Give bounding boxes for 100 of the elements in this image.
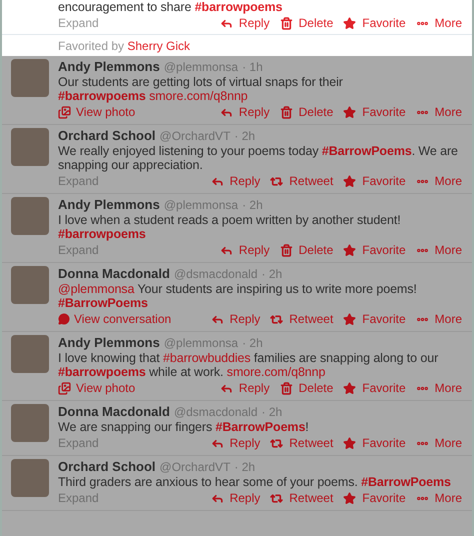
reply-action[interactable]: Reply bbox=[220, 16, 270, 30]
hashtag-link[interactable]: #barrowpoems bbox=[58, 227, 146, 241]
favorite-action[interactable]: Favorite bbox=[343, 16, 406, 30]
avatar-photo-placeholder[interactable] bbox=[11, 128, 49, 166]
user-name[interactable]: Orchard School bbox=[58, 128, 156, 143]
user-handle[interactable]: @plemmonsa bbox=[164, 336, 238, 351]
trash-icon bbox=[280, 16, 293, 30]
expand-link[interactable]: Expand bbox=[58, 243, 99, 257]
tweet-time[interactable]: · 2h bbox=[234, 460, 256, 475]
trash-icon bbox=[280, 244, 293, 256]
tweet-time[interactable]: · 2h bbox=[242, 198, 263, 213]
star-icon bbox=[343, 492, 356, 504]
user-handle[interactable]: @dsmacdonald bbox=[174, 405, 258, 420]
more-action[interactable]: More bbox=[416, 174, 462, 188]
user-handle[interactable]: @plemmonsa bbox=[164, 198, 238, 213]
tweet-card[interactable]: Andy Plemmons @plemmonsa · 2h I love knowing that #barrowbuddies families are snapping along to our #barrowpoems while at work. smore.com/q8nnp View photo Reply Delete Favorite More bbox=[2, 332, 472, 401]
user-name[interactable]: Andy Plemmons bbox=[58, 197, 160, 212]
favorite-action[interactable]: Favorite bbox=[343, 243, 406, 257]
reply-action[interactable]: Reply bbox=[220, 381, 270, 395]
retweet-action[interactable]: Retweet bbox=[270, 312, 334, 326]
favorite-action[interactable]: Favorite bbox=[343, 312, 406, 326]
tweet-card[interactable]: Orchard School @OrchardVT · 2h Third graders are anxious to hear some of your poems. #BarrowPoems Expand Reply Retweet Favorite More bbox=[2, 456, 472, 511]
expand-link[interactable]: Expand bbox=[58, 491, 99, 505]
hashtag-link[interactable]: #barrowpoems bbox=[58, 365, 146, 379]
user-name[interactable]: Orchard School bbox=[58, 459, 156, 474]
more-action[interactable]: More bbox=[416, 16, 462, 30]
star-icon bbox=[343, 174, 356, 188]
tweet-time[interactable]: · 1h bbox=[242, 60, 263, 75]
delete-action[interactable]: Delete bbox=[280, 243, 334, 257]
tweet-card[interactable]: Orchard School @OrchardVT · 2h We really enjoyed listening to your poems today #BarrowPoems. We are snapping our appreciation. Expand Reply Retweet Favorite More bbox=[2, 125, 472, 194]
user-handle[interactable]: @dsmacdonald bbox=[174, 267, 258, 282]
user-handle[interactable]: @plemmonsa bbox=[164, 60, 238, 75]
avatar-photo-placeholder[interactable] bbox=[11, 59, 49, 97]
reply-action[interactable]: Reply bbox=[210, 436, 260, 450]
favorite-action[interactable]: Favorite bbox=[343, 174, 406, 188]
more-action[interactable]: More bbox=[416, 436, 462, 450]
expand-link[interactable]: Expand bbox=[58, 16, 99, 30]
tweet-time[interactable]: · 2h bbox=[242, 336, 263, 351]
tweet-card[interactable]: Donna Macdonald @dsmacdonald · 2h We are snapping our fingers #BarrowPoems! Expand Reply Retweet Favorite More bbox=[2, 401, 472, 456]
avatar-photo-placeholder[interactable] bbox=[11, 266, 49, 304]
more-action[interactable]: More bbox=[416, 312, 462, 326]
avatar-photo-placeholder[interactable] bbox=[11, 335, 49, 373]
hashtag-link[interactable]: #barrowbuddies bbox=[163, 351, 251, 365]
favorite-action[interactable]: Favorite bbox=[343, 105, 406, 119]
tweet-text: I love when a student reads a poem written by another student! #barrowpoems bbox=[58, 213, 402, 241]
speech-bubble-icon bbox=[58, 313, 70, 325]
reply-action[interactable]: Reply bbox=[210, 312, 260, 326]
tweet-text: We really enjoyed listening to your poems today #BarrowPoems. We are snapping our appreciation. bbox=[58, 144, 459, 172]
more-action[interactable]: More bbox=[416, 381, 462, 395]
delete-action[interactable]: Delete bbox=[280, 105, 334, 119]
user-name[interactable]: Donna Macdonald bbox=[58, 404, 170, 419]
expand-link[interactable]: Expand bbox=[58, 174, 99, 188]
hashtag-link[interactable]: #barrowpoems bbox=[194, 0, 282, 14]
tweet-card[interactable]: Donna Macdonald @dsmacdonald · 2h @plemmonsa Your students are inspiring us to write more poems! #BarrowPoems View conversation Reply Retweet Favorite More bbox=[2, 263, 472, 332]
favorite-action[interactable]: Favorite bbox=[343, 436, 406, 450]
tweet-text: @plemmonsa Your students are inspiring us to write more poems! #BarrowPoems bbox=[58, 282, 418, 310]
user-name[interactable]: Andy Plemmons bbox=[58, 59, 160, 74]
more-action[interactable]: More bbox=[416, 105, 462, 119]
hashtag-link[interactable]: #BarrowPoems bbox=[58, 296, 148, 310]
photos-icon bbox=[58, 382, 71, 394]
reply-action[interactable]: Reply bbox=[210, 491, 260, 505]
user-link[interactable]: Sherry Gick bbox=[127, 39, 190, 53]
mention-link[interactable]: @plemmonsa bbox=[58, 282, 134, 296]
more-action[interactable]: More bbox=[416, 491, 462, 505]
hashtag-link[interactable]: #BarrowPoems bbox=[361, 475, 451, 489]
hashtag-link[interactable]: #barrowpoems bbox=[58, 89, 150, 103]
reply-action[interactable]: Reply bbox=[220, 105, 270, 119]
view-photo-link[interactable]: View photo bbox=[58, 381, 136, 395]
url-link[interactable]: smore.com/q8nnp bbox=[149, 89, 248, 103]
user-handle[interactable]: @OrchardVT bbox=[160, 460, 230, 475]
retweet-action[interactable]: Retweet bbox=[270, 491, 334, 505]
tweet-time[interactable]: · 2h bbox=[262, 267, 282, 282]
delete-action[interactable]: Delete bbox=[280, 381, 334, 395]
retweet-action[interactable]: Retweet bbox=[270, 174, 334, 188]
favorite-action[interactable]: Favorite bbox=[343, 491, 406, 505]
user-handle[interactable]: @OrchardVT bbox=[160, 129, 230, 144]
tweet-time[interactable]: · 2h bbox=[234, 129, 256, 144]
hashtag-link[interactable]: #BarrowPoems bbox=[322, 144, 412, 158]
tweet-card[interactable]: Andy Plemmons @plemmonsa · 1h Our students are getting lots of virtual snaps for their #barrowpoems smore.com/q8nnp View photo Reply Delete Favorite More bbox=[2, 56, 472, 125]
avatar-photo-placeholder[interactable] bbox=[11, 197, 49, 235]
favorite-action[interactable]: Favorite bbox=[343, 381, 406, 395]
trash-icon bbox=[280, 382, 293, 394]
user-name[interactable]: Andy Plemmons bbox=[58, 335, 160, 350]
more-action[interactable]: More bbox=[416, 243, 462, 257]
hashtag-link[interactable]: #BarrowPoems bbox=[215, 420, 306, 434]
retweet-action[interactable]: Retweet bbox=[270, 436, 334, 450]
url-link[interactable]: smore.com/q8nnp bbox=[226, 365, 326, 379]
view-photo-link[interactable]: View photo bbox=[58, 105, 136, 119]
view-conversation-link[interactable]: View conversation bbox=[58, 312, 172, 326]
tweet-card[interactable]: Andy Plemmons @plemmonsa · 2h I love when a student reads a poem written by another student! #barrowpoems Expand Reply Delete Favorite More bbox=[2, 194, 472, 263]
avatar-photo-placeholder[interactable] bbox=[11, 459, 49, 497]
avatar-photo-placeholder[interactable] bbox=[11, 404, 49, 442]
reply-action[interactable]: Reply bbox=[210, 174, 260, 188]
trash-icon bbox=[280, 106, 293, 118]
user-name[interactable]: Donna Macdonald bbox=[58, 266, 170, 281]
tweet-time[interactable]: · 2h bbox=[262, 405, 282, 420]
reply-action[interactable]: Reply bbox=[220, 243, 270, 257]
expand-link[interactable]: Expand bbox=[58, 436, 99, 450]
delete-action[interactable]: Delete bbox=[280, 16, 334, 30]
star-icon bbox=[343, 382, 356, 394]
